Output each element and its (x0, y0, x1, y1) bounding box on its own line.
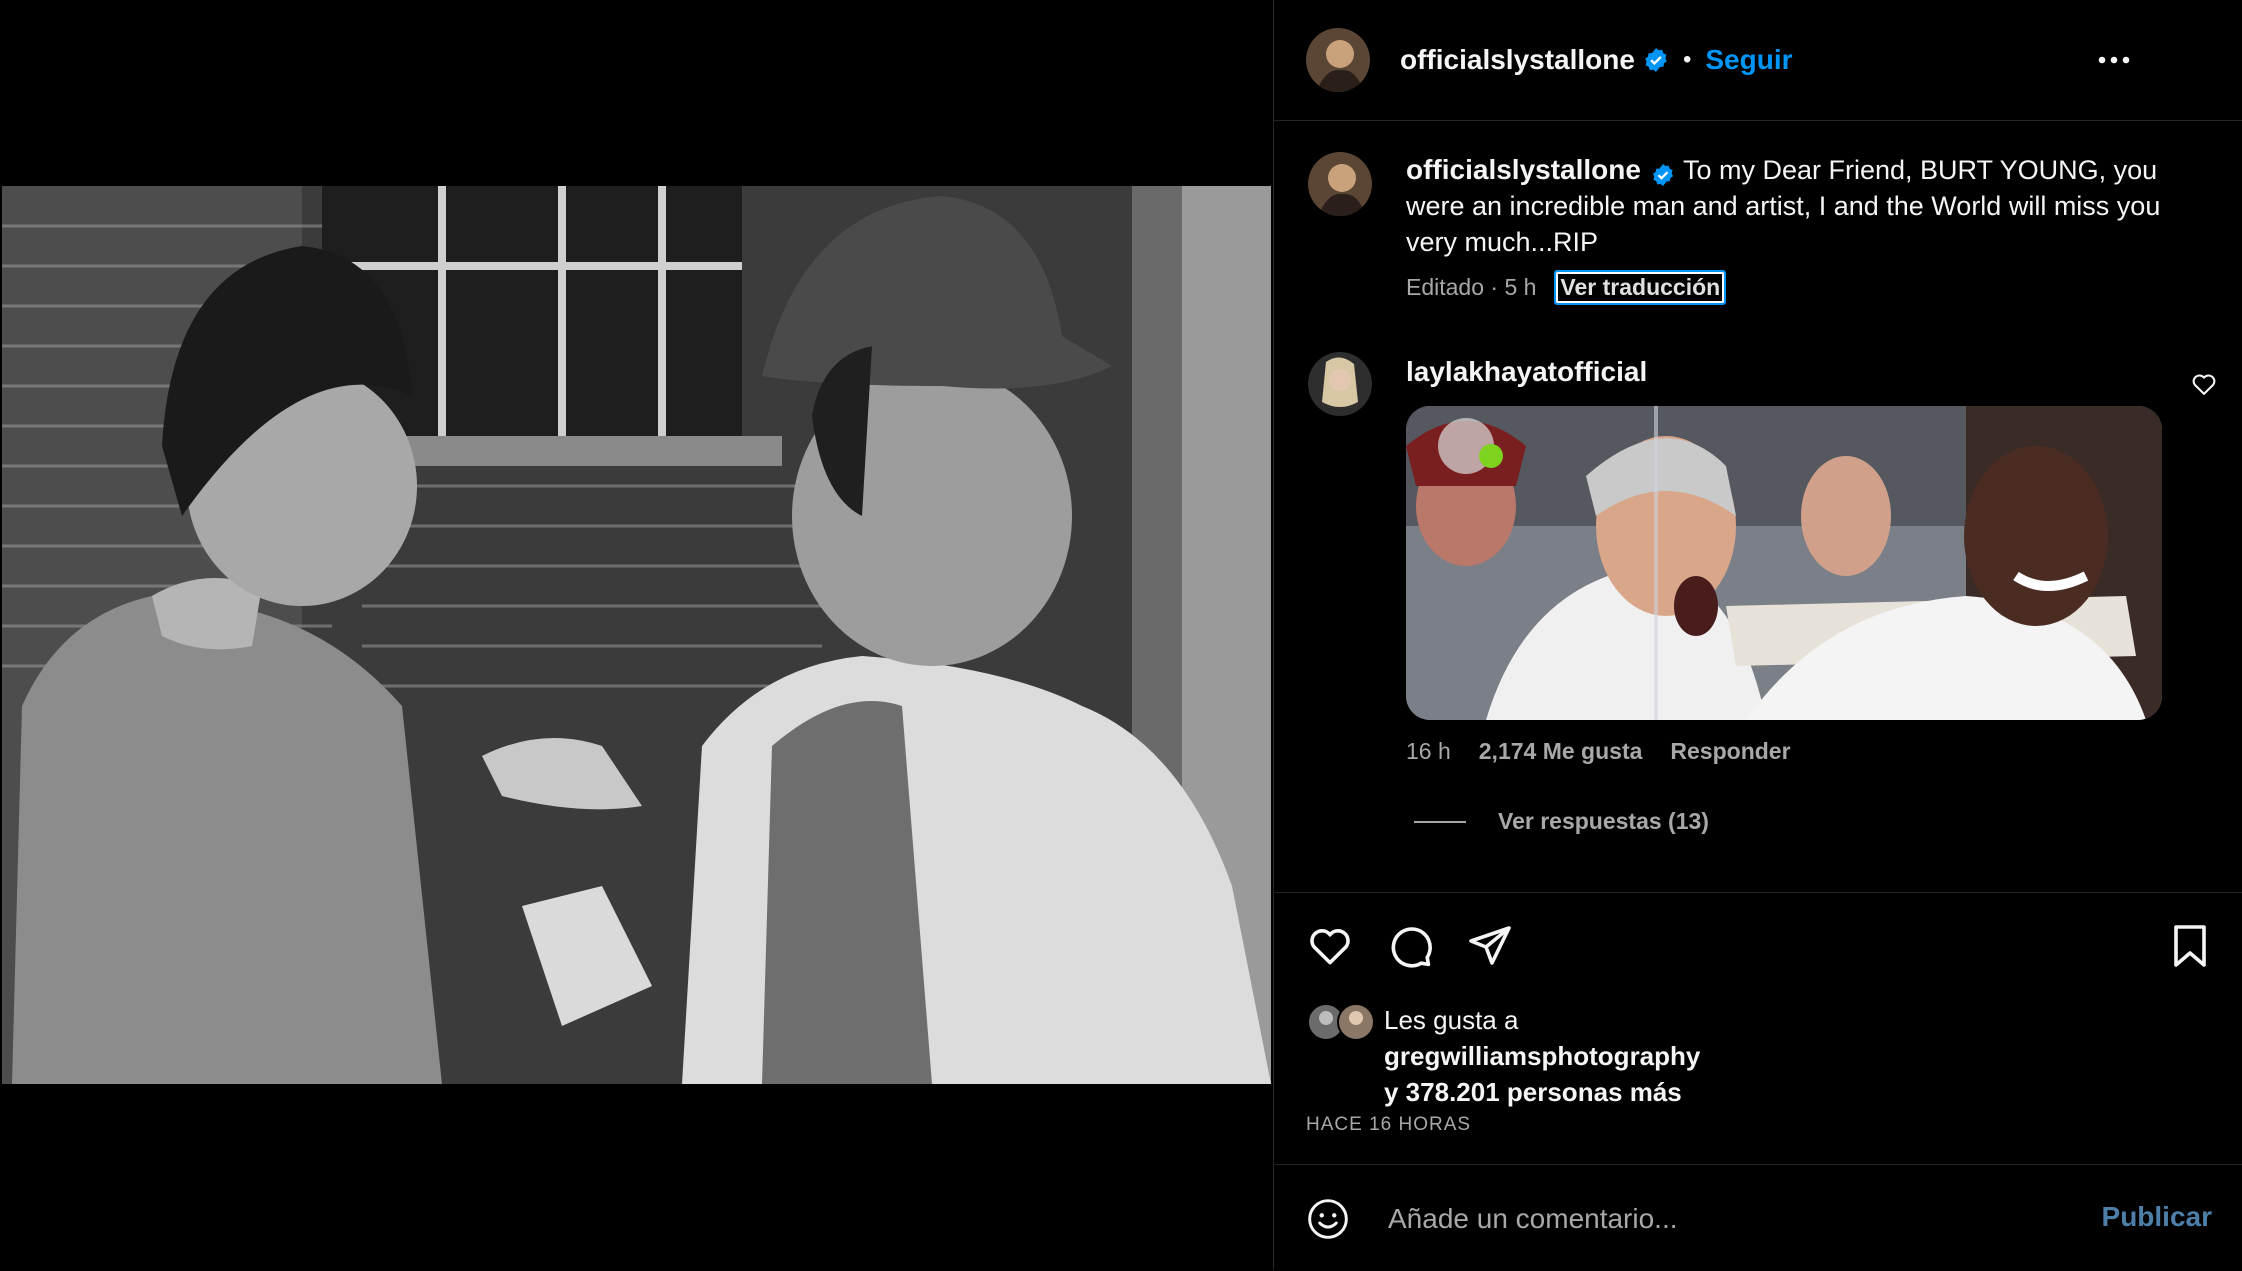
comment-icon[interactable] (1386, 922, 1434, 970)
verified-badge-icon (1643, 47, 1669, 73)
author-username[interactable]: officialslystallone (1400, 44, 1635, 76)
follow-button[interactable]: Seguir (1705, 44, 1792, 76)
view-replies-button[interactable]: Ver respuestas (13) (1414, 808, 1709, 835)
reply-button[interactable]: Responder (1670, 738, 1790, 765)
heart-icon[interactable] (1306, 922, 1354, 970)
commenter-avatar[interactable] (1308, 352, 1372, 416)
replies-line (1414, 820, 1466, 823)
post-panel: officialslystallone • Seguir officialsly… (1273, 0, 2242, 1270)
post-media (0, 0, 1273, 1270)
post-caption: officialslystallone To my Dear Friend, BU… (1406, 152, 2206, 260)
comment-gif[interactable] (1406, 406, 2162, 720)
share-icon[interactable] (1466, 922, 1514, 970)
likes-summary: Les gusta a gregwilliamsphotography y 37… (1384, 1002, 1700, 1110)
likes-count[interactable]: y 378.201 personas más (1384, 1077, 1682, 1107)
emoji-icon[interactable] (1306, 1197, 1350, 1241)
caption-avatar[interactable] (1308, 152, 1372, 216)
caption-meta: Editado · 5 h Ver traducción (1406, 270, 1727, 305)
add-comment-bar: Publicar (1274, 1164, 2242, 1271)
translate-button[interactable]: Ver traducción (1554, 270, 1727, 305)
post-photo[interactable] (2, 186, 1271, 1084)
verified-badge-icon (1651, 160, 1675, 186)
comment-input[interactable] (1386, 1193, 2090, 1245)
liker-avatars[interactable] (1306, 1002, 1380, 1047)
post-timestamp[interactable]: HACE 16 HORAS (1306, 1114, 1471, 1136)
liker-username[interactable]: gregwilliamsphotography (1384, 1041, 1700, 1071)
publish-button[interactable]: Publicar (2102, 1201, 2212, 1233)
header-divider (1274, 120, 2242, 121)
caption-edited-time: Editado · 5 h (1406, 274, 1537, 300)
commenter-username[interactable]: laylakhayatofficial (1406, 356, 1647, 388)
separator-dot: • (1682, 46, 1692, 73)
comment-likes[interactable]: 2,174 Me gusta (1479, 738, 1643, 765)
more-options-icon[interactable] (2094, 40, 2134, 80)
post-header: officialslystallone • Seguir (1306, 28, 1793, 92)
actions-divider (1274, 892, 2242, 893)
caption-username[interactable]: officialslystallone (1406, 154, 1641, 185)
view-replies-label: Ver respuestas (13) (1498, 808, 1709, 834)
bookmark-icon[interactable] (2168, 922, 2212, 970)
author-avatar[interactable] (1306, 28, 1370, 92)
post-actions (1306, 922, 2212, 970)
comment-time: 16 h (1406, 738, 1451, 764)
comment-meta: 16 h 2,174 Me gusta Responder (1406, 738, 1791, 765)
likes-prefix: Les gusta a (1384, 1005, 1519, 1035)
comment-like-icon[interactable] (2190, 370, 2218, 398)
